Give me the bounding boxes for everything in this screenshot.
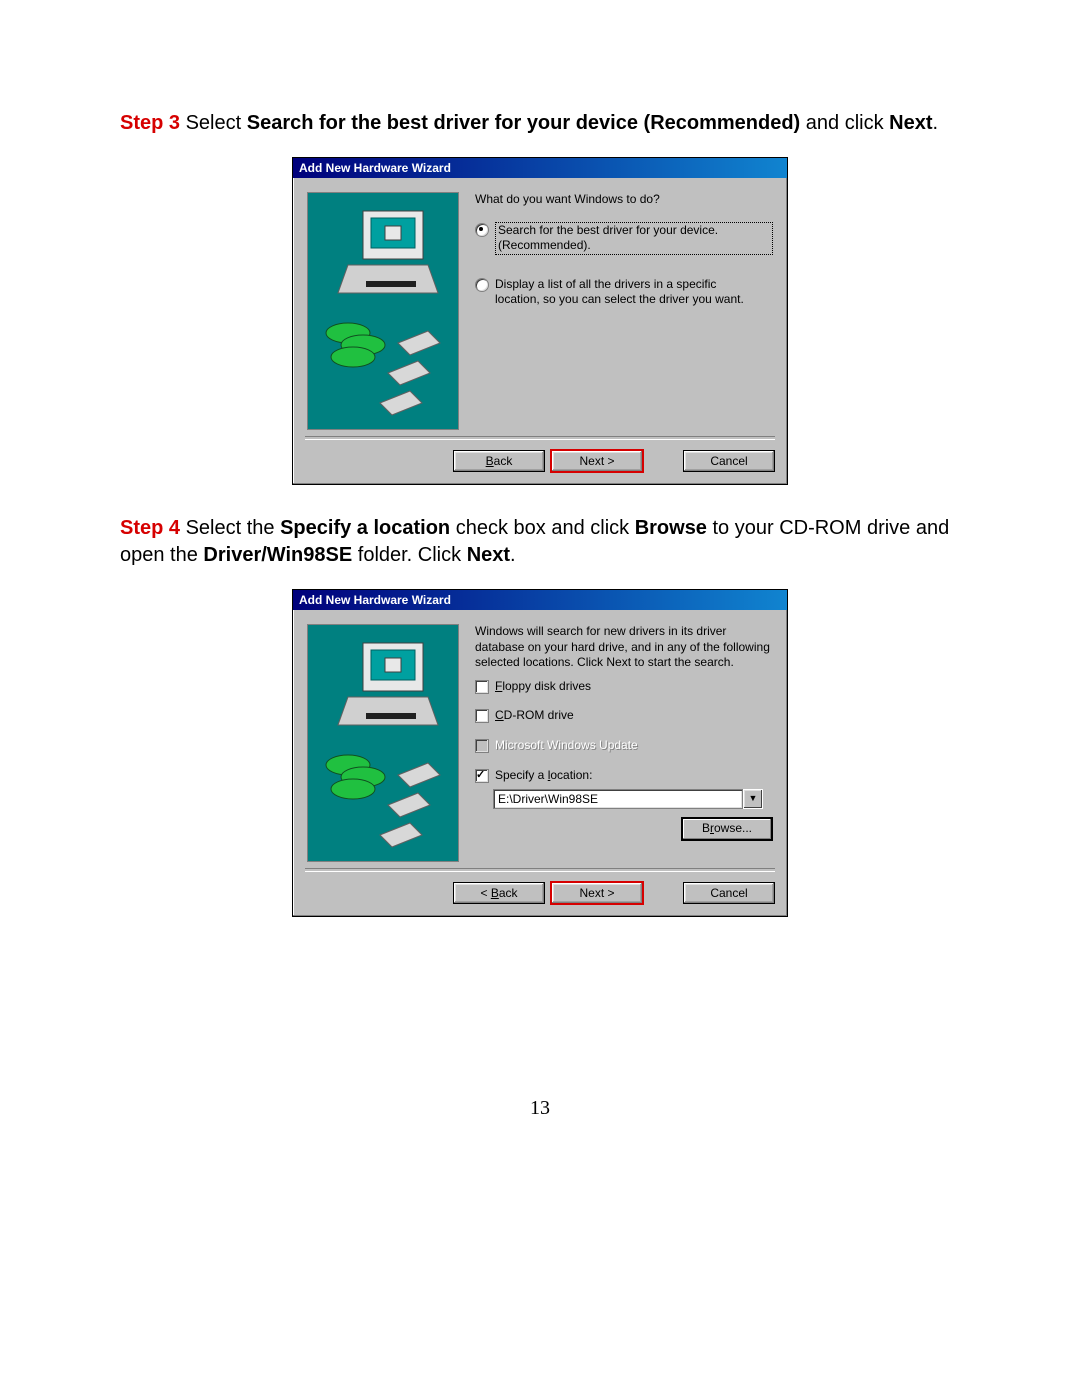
next-button[interactable]: Next > bbox=[551, 882, 643, 904]
back-button[interactable]: Back bbox=[453, 450, 545, 472]
radio-icon bbox=[475, 278, 489, 292]
checkbox-icon bbox=[475, 769, 489, 783]
wizard-illustration-1 bbox=[307, 192, 459, 430]
step4-label: Step 4 bbox=[120, 517, 180, 539]
dialog1-prompt: What do you want Windows to do? bbox=[475, 192, 773, 208]
checkbox-icon bbox=[475, 709, 489, 723]
dialog2-wrap: Add New Hardware Wizard bbox=[120, 589, 960, 917]
checkbox-ms-update: Microsoft Windows Update bbox=[475, 738, 773, 754]
checkbox-specify-location[interactable]: Specify a location: bbox=[475, 768, 773, 784]
checkbox-icon bbox=[475, 739, 489, 753]
document-page: Step 3 Select Search for the best driver… bbox=[0, 0, 1080, 1160]
dialog1-buttons: Back Next > Cancel bbox=[293, 440, 787, 484]
browse-button[interactable]: Browse... bbox=[681, 817, 773, 841]
radio-display-list[interactable]: Display a list of all the drivers in a s… bbox=[475, 277, 773, 308]
dialog1-titlebar: Add New Hardware Wizard bbox=[293, 158, 787, 178]
step3-label: Step 3 bbox=[120, 112, 180, 134]
dialog2-buttons: < Back Next > Cancel bbox=[293, 872, 787, 916]
dropdown-arrow-icon[interactable]: ▼ bbox=[743, 789, 763, 809]
dialog1-wrap: Add New Hardware Wizard bbox=[120, 157, 960, 485]
next-button[interactable]: Next > bbox=[551, 450, 643, 472]
page-number: 13 bbox=[120, 1097, 960, 1120]
cancel-button[interactable]: Cancel bbox=[683, 882, 775, 904]
cancel-button[interactable]: Cancel bbox=[683, 450, 775, 472]
radio-search-label: Search for the best driver for your devi… bbox=[495, 222, 773, 255]
step3-paragraph: Step 3 Select Search for the best driver… bbox=[120, 110, 960, 137]
wizard-illustration-2 bbox=[307, 624, 459, 862]
checkbox-icon bbox=[475, 680, 489, 694]
add-hardware-wizard-dialog-1: Add New Hardware Wizard bbox=[292, 157, 788, 485]
dialog2-intro: Windows will search for new drivers in i… bbox=[475, 624, 773, 671]
radio-search-best-driver[interactable]: Search for the best driver for your devi… bbox=[475, 222, 773, 255]
radio-display-label: Display a list of all the drivers in a s… bbox=[495, 277, 773, 308]
back-button[interactable]: < Back bbox=[453, 882, 545, 904]
add-hardware-wizard-dialog-2: Add New Hardware Wizard bbox=[292, 589, 788, 917]
checkbox-cdrom[interactable]: CD-ROM drive bbox=[475, 708, 773, 724]
dialog1-content: What do you want Windows to do? Search f… bbox=[459, 192, 773, 430]
location-path-input[interactable]: E:\Driver\Win98SE bbox=[493, 789, 743, 809]
dialog2-content: Windows will search for new drivers in i… bbox=[459, 624, 773, 862]
dialog2-titlebar: Add New Hardware Wizard bbox=[293, 590, 787, 610]
step4-paragraph: Step 4 Select the Specify a location che… bbox=[120, 515, 960, 569]
checkbox-floppy[interactable]: Floppy disk drives bbox=[475, 679, 773, 695]
location-dropdown[interactable]: E:\Driver\Win98SE ▼ bbox=[493, 789, 763, 809]
radio-icon bbox=[475, 223, 489, 237]
